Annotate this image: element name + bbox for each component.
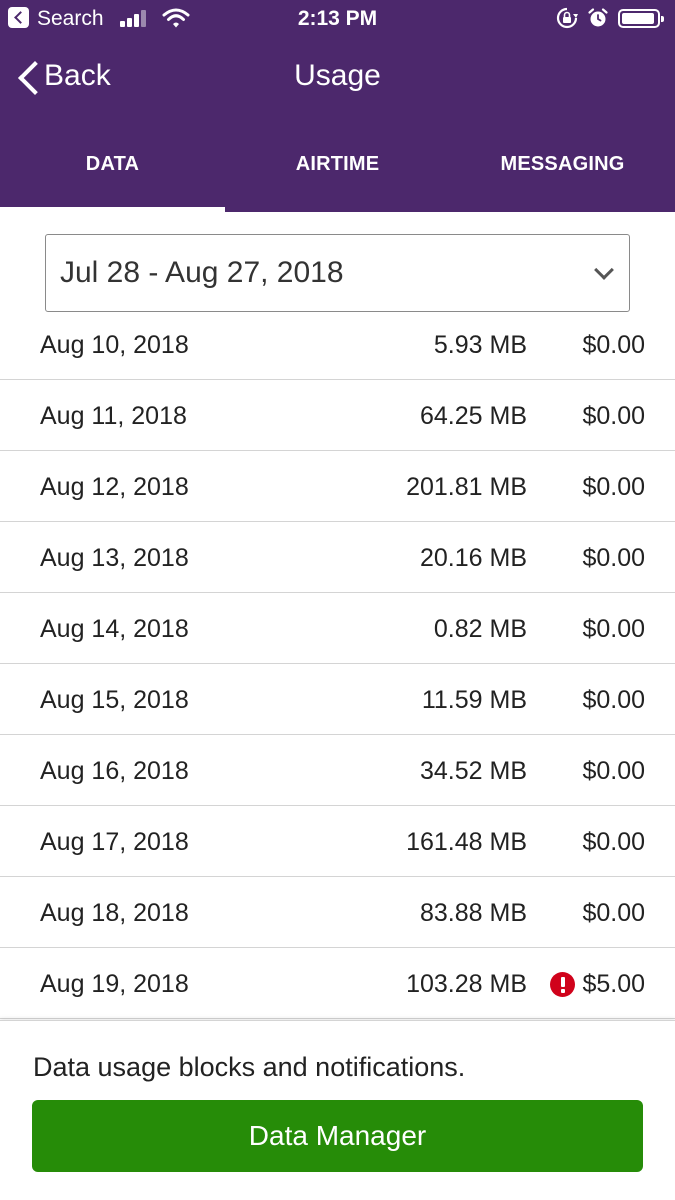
usage-cost: $0.00	[582, 473, 645, 501]
usage-amount: 103.28 MB	[406, 970, 527, 998]
usage-amount: 0.82 MB	[433, 615, 527, 643]
usage-row: Aug 13, 2018 20.16 MB $0.00	[0, 522, 675, 593]
usage-date: Aug 14, 2018	[40, 615, 189, 643]
usage-cost: $0.00	[582, 331, 645, 359]
usage-date: Aug 17, 2018	[40, 828, 189, 856]
usage-row: Aug 12, 2018 201.81 MB $0.00	[0, 451, 675, 522]
data-manager-footer: Data usage blocks and notifications. Dat…	[0, 1020, 675, 1200]
usage-amount: 201.81 MB	[406, 473, 527, 501]
usage-row: Aug 15, 2018 11.59 MB $0.00	[0, 664, 675, 735]
status-bar: Search 2:13 PM	[0, 0, 675, 38]
usage-cost: $0.00	[582, 757, 645, 785]
battery-icon	[618, 9, 664, 28]
usage-row: Aug 19, 2018 103.28 MB $5.00	[0, 948, 675, 1019]
usage-date: Aug 16, 2018	[40, 757, 189, 785]
footer-description: Data usage blocks and notifications.	[33, 1052, 466, 1082]
usage-list: Aug 10, 2018 5.93 MB $0.00 Aug 11, 2018 …	[0, 310, 675, 1019]
usage-amount: 34.52 MB	[419, 757, 527, 785]
usage-cost: $0.00	[582, 686, 645, 714]
usage-date: Aug 10, 2018	[40, 331, 189, 359]
usage-date: Aug 18, 2018	[40, 899, 189, 927]
usage-row: Aug 18, 2018 83.88 MB $0.00	[0, 877, 675, 948]
tab-messaging[interactable]: MESSAGING	[450, 116, 675, 212]
usage-tabs: DATA AIRTIME MESSAGING	[0, 116, 675, 213]
alarm-icon	[588, 8, 608, 27]
app-header: Search 2:13 PM Back Usage DATA AIRTIME M…	[0, 0, 675, 213]
usage-row: Aug 11, 2018 64.25 MB $0.00	[0, 380, 675, 451]
usage-cost: $0.00	[582, 899, 645, 927]
usage-cost: $0.00	[582, 615, 645, 643]
usage-row: Aug 17, 2018 161.48 MB $0.00	[0, 806, 675, 877]
usage-amount: 5.93 MB	[433, 331, 527, 359]
data-manager-button[interactable]: Data Manager	[32, 1100, 643, 1172]
billing-period-value: Jul 28 - Aug 27, 2018	[60, 256, 344, 289]
usage-date: Aug 13, 2018	[40, 544, 189, 572]
usage-row: Aug 10, 2018 5.93 MB $0.00	[0, 310, 675, 380]
orientation-lock-icon	[556, 7, 578, 29]
billing-period-select[interactable]: Jul 28 - Aug 27, 2018	[45, 234, 630, 312]
usage-row: Aug 14, 2018 0.82 MB $0.00	[0, 593, 675, 664]
usage-date: Aug 19, 2018	[40, 970, 189, 998]
tab-airtime[interactable]: AIRTIME	[225, 116, 450, 212]
overage-alert-icon[interactable]	[550, 972, 575, 997]
page-title: Usage	[294, 59, 381, 92]
usage-amount: 161.48 MB	[406, 828, 527, 856]
usage-cost: $0.00	[582, 544, 645, 572]
tab-data[interactable]: DATA	[0, 116, 225, 213]
usage-cost: $0.00	[582, 402, 645, 430]
usage-amount: 20.16 MB	[419, 544, 527, 572]
usage-cost: $5.00	[582, 970, 645, 998]
usage-amount: 64.25 MB	[419, 402, 527, 430]
chevron-down-icon	[594, 260, 614, 280]
usage-amount: 83.88 MB	[419, 899, 527, 927]
usage-date: Aug 11, 2018	[40, 402, 187, 430]
usage-row: Aug 16, 2018 34.52 MB $0.00	[0, 735, 675, 806]
usage-amount: 11.59 MB	[421, 686, 527, 714]
usage-cost: $0.00	[582, 828, 645, 856]
usage-date: Aug 15, 2018	[40, 686, 189, 714]
usage-date: Aug 12, 2018	[40, 473, 189, 501]
